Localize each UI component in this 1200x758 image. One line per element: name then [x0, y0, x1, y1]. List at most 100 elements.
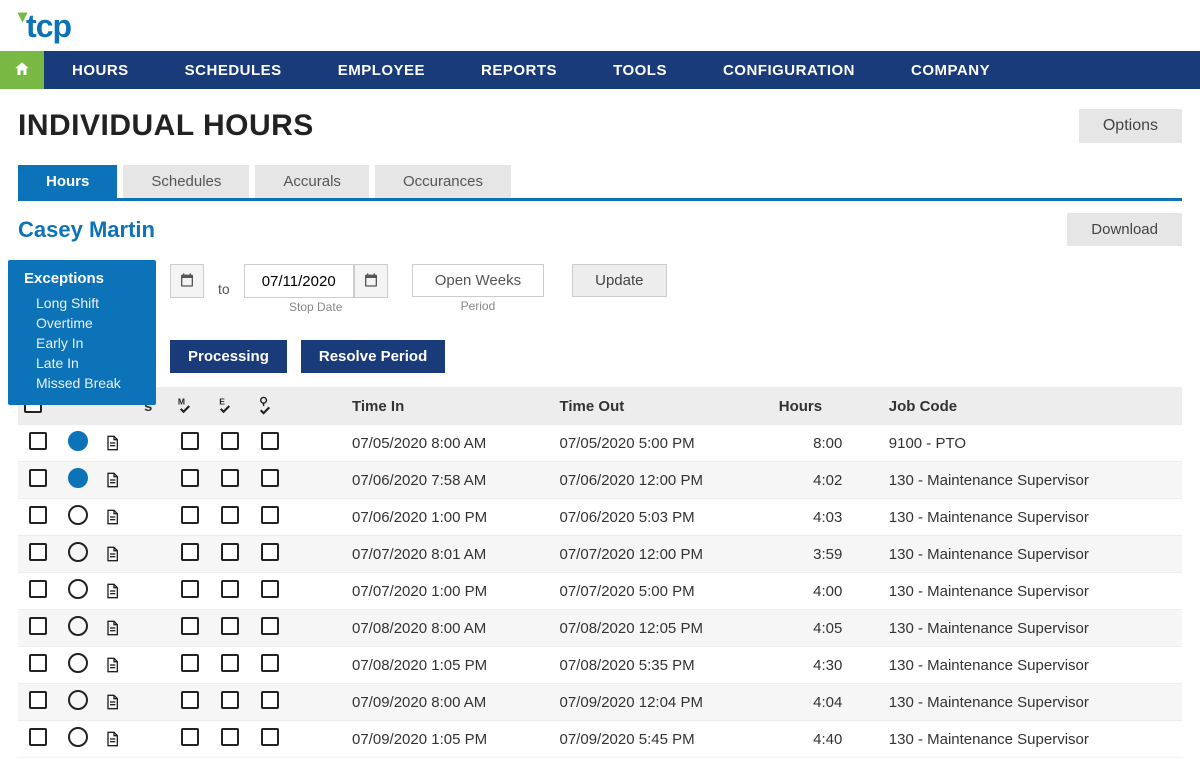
nav-reports[interactable]: REPORTS: [453, 51, 585, 89]
processing-button[interactable]: Processing: [170, 340, 287, 373]
row-checkbox[interactable]: [29, 432, 47, 450]
table-row: 07/08/2020 1:05 PM07/08/2020 5:35 PM4:30…: [18, 647, 1182, 684]
resolve-period-button[interactable]: Resolve Period: [301, 340, 445, 373]
employee-approve-checkbox[interactable]: [221, 691, 239, 709]
row-checkbox[interactable]: [29, 506, 47, 524]
tab-accurals[interactable]: Accurals: [255, 165, 369, 198]
manager-approve-checkbox[interactable]: [181, 543, 199, 561]
time-out-cell: 07/09/2020 5:45 PM: [554, 721, 773, 758]
page-title: INDIVIDUAL HOURS: [18, 109, 314, 143]
employee-approve-header[interactable]: E: [210, 387, 250, 425]
note-icon[interactable]: [104, 508, 132, 526]
manager-approve-checkbox[interactable]: [181, 691, 199, 709]
note-icon[interactable]: [104, 619, 132, 637]
person-name: Casey Martin: [18, 217, 155, 243]
nav-hours[interactable]: HOURS: [44, 51, 157, 89]
status-icon[interactable]: [68, 505, 88, 525]
row-checkbox[interactable]: [29, 728, 47, 746]
location-approve-checkbox[interactable]: [261, 728, 279, 746]
manager-approve-checkbox[interactable]: [181, 469, 199, 487]
stop-date-calendar-button[interactable]: [354, 264, 388, 298]
tab-hours[interactable]: Hours: [18, 165, 117, 198]
note-icon[interactable]: [104, 730, 132, 748]
row-checkbox[interactable]: [29, 580, 47, 598]
status-icon[interactable]: [68, 579, 88, 599]
row-checkbox[interactable]: [29, 617, 47, 635]
manager-approve-checkbox[interactable]: [181, 728, 199, 746]
hours-cell: 4:04: [773, 684, 883, 721]
period-select[interactable]: Open Weeks: [412, 264, 544, 297]
note-icon[interactable]: [104, 545, 132, 563]
nav-employee[interactable]: EMPLOYEE: [310, 51, 453, 89]
job-code-cell: 130 - Maintenance Supervisor: [883, 721, 1182, 758]
location-approve-checkbox[interactable]: [261, 543, 279, 561]
download-button[interactable]: Download: [1067, 213, 1182, 246]
note-icon[interactable]: [104, 582, 132, 600]
nav-schedules[interactable]: SCHEDULES: [157, 51, 310, 89]
employee-approve-checkbox[interactable]: [221, 617, 239, 635]
manager-approve-checkbox[interactable]: [181, 432, 199, 450]
status-icon[interactable]: [68, 431, 88, 451]
update-button[interactable]: Update: [572, 264, 666, 297]
manager-approve-header[interactable]: M: [170, 387, 210, 425]
status-icon[interactable]: [68, 542, 88, 562]
employee-approve-checkbox[interactable]: [221, 580, 239, 598]
manager-approve-checkbox[interactable]: [181, 654, 199, 672]
period-label: Period: [461, 299, 496, 313]
employee-approve-checkbox[interactable]: [221, 728, 239, 746]
location-approve-checkbox[interactable]: [261, 432, 279, 450]
location-approve-header[interactable]: [250, 387, 290, 425]
location-approve-checkbox[interactable]: [261, 469, 279, 487]
nav-tools[interactable]: TOOLS: [585, 51, 695, 89]
row-checkbox[interactable]: [29, 691, 47, 709]
location-approve-checkbox[interactable]: [261, 617, 279, 635]
exception-item[interactable]: Overtime: [24, 313, 140, 333]
note-icon[interactable]: [104, 693, 132, 711]
tab-occurances[interactable]: Occurances: [375, 165, 511, 198]
location-approve-checkbox[interactable]: [261, 654, 279, 672]
status-icon[interactable]: [68, 690, 88, 710]
employee-approve-checkbox[interactable]: [221, 432, 239, 450]
job-code-cell: 130 - Maintenance Supervisor: [883, 573, 1182, 610]
start-date-calendar-button[interactable]: [170, 264, 204, 298]
status-icon[interactable]: [68, 653, 88, 673]
note-icon[interactable]: [104, 471, 132, 489]
status-icon[interactable]: [68, 727, 88, 747]
employee-approve-checkbox[interactable]: [221, 469, 239, 487]
exception-item[interactable]: Long Shift: [24, 293, 140, 313]
employee-approve-checkbox[interactable]: [221, 543, 239, 561]
nav-configuration[interactable]: CONFIGURATION: [695, 51, 883, 89]
nav-company[interactable]: COMPANY: [883, 51, 1018, 89]
home-button[interactable]: [0, 51, 44, 89]
exception-item[interactable]: Late In: [24, 353, 140, 373]
location-approve-checkbox[interactable]: [261, 580, 279, 598]
hours-cell: 4:00: [773, 573, 883, 610]
exception-item[interactable]: Missed Break: [24, 373, 140, 393]
location-approve-checkbox[interactable]: [261, 691, 279, 709]
time-in-cell: 07/05/2020 8:00 AM: [346, 425, 554, 462]
job-code-header[interactable]: Job Code: [883, 387, 1182, 425]
time-out-cell: 07/06/2020 5:03 PM: [554, 499, 773, 536]
manager-approve-checkbox[interactable]: [181, 580, 199, 598]
note-icon[interactable]: [104, 434, 132, 452]
employee-approve-checkbox[interactable]: [221, 654, 239, 672]
location-approve-checkbox[interactable]: [261, 506, 279, 524]
exception-item[interactable]: Early In: [24, 333, 140, 353]
manager-approve-checkbox[interactable]: [181, 506, 199, 524]
row-checkbox[interactable]: [29, 654, 47, 672]
row-checkbox[interactable]: [29, 543, 47, 561]
status-icon[interactable]: [68, 616, 88, 636]
time-in-cell: 07/07/2020 8:01 AM: [346, 536, 554, 573]
row-checkbox[interactable]: [29, 469, 47, 487]
options-button[interactable]: Options: [1079, 109, 1182, 143]
manager-approve-checkbox[interactable]: [181, 617, 199, 635]
employee-approve-checkbox[interactable]: [221, 506, 239, 524]
status-icon[interactable]: [68, 468, 88, 488]
time-in-cell: 07/09/2020 1:05 PM: [346, 721, 554, 758]
note-icon[interactable]: [104, 656, 132, 674]
tab-schedules[interactable]: Schedules: [123, 165, 249, 198]
time-out-header[interactable]: Time Out: [554, 387, 773, 425]
hours-header[interactable]: Hours: [773, 387, 883, 425]
time-in-header[interactable]: Time In: [346, 387, 554, 425]
stop-date-input[interactable]: [244, 264, 354, 298]
